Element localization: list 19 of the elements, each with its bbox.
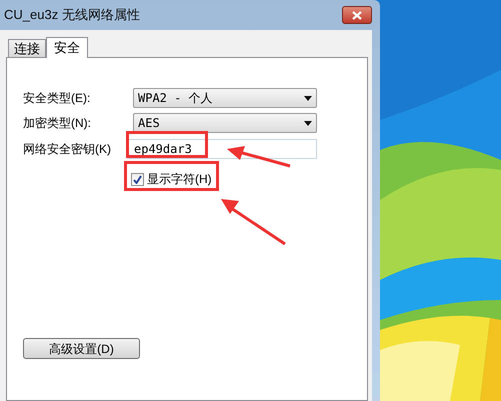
arrow — [227, 146, 291, 168]
field-label: 网络安全密钥(K) — [23, 141, 112, 158]
checkbox-label: 显示字符(H) — [147, 171, 212, 188]
close-icon — [352, 10, 362, 20]
key-input-field[interactable]: ep49dar3 — [127, 139, 317, 159]
field-label: 加密类型(N): — [23, 115, 92, 132]
dropdown-arrow-icon — [304, 120, 312, 126]
tab[interactable]: 安全 — [46, 37, 88, 58]
dropdown[interactable]: AES — [133, 113, 317, 133]
tab[interactable]: 连接 — [8, 39, 46, 57]
advanced-settings-button[interactable]: 高级设置(D) — [23, 338, 140, 359]
dropdown[interactable]: WPA2 - 个人 — [133, 88, 317, 108]
check-icon — [133, 174, 142, 184]
close-button[interactable] — [342, 6, 372, 24]
arrow — [221, 199, 287, 246]
field-label: 安全类型(E): — [23, 90, 92, 107]
checkbox[interactable] — [131, 172, 144, 186]
dropdown-arrow-icon — [304, 96, 312, 100]
window-title: CU_eu3z 无线网络属性 — [4, 6, 140, 24]
